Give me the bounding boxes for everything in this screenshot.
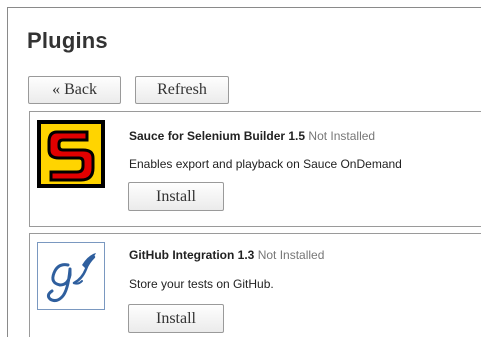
plugins-panel: Plugins « Back Refresh Sauce for Seleniu… (7, 7, 481, 337)
plugin-name: GitHub Integration 1.3 Not Installed (129, 248, 324, 262)
plugin-name: Sauce for Selenium Builder 1.5 Not Insta… (129, 129, 375, 143)
github-quill-logo-icon (37, 242, 105, 310)
plugin-description: Store your tests on GitHub. (129, 277, 274, 291)
plugin-description: Enables export and playback on Sauce OnD… (129, 157, 402, 171)
plugin-status: Not Installed (308, 129, 376, 143)
install-button[interactable]: Install (128, 304, 224, 333)
plugin-item-sauce: Sauce for Selenium Builder 1.5 Not Insta… (29, 111, 481, 227)
plugin-title: GitHub Integration 1.3 (129, 248, 255, 262)
sauce-labs-logo-icon (37, 120, 105, 188)
page-title: Plugins (27, 28, 108, 53)
plugin-status: Not Installed (257, 248, 325, 262)
install-button[interactable]: Install (128, 182, 224, 211)
plugin-title: Sauce for Selenium Builder 1.5 (129, 129, 306, 143)
refresh-button[interactable]: Refresh (135, 76, 229, 104)
plugin-item-github: GitHub Integration 1.3 Not Installed Sto… (29, 233, 481, 337)
back-button[interactable]: « Back (28, 76, 121, 104)
